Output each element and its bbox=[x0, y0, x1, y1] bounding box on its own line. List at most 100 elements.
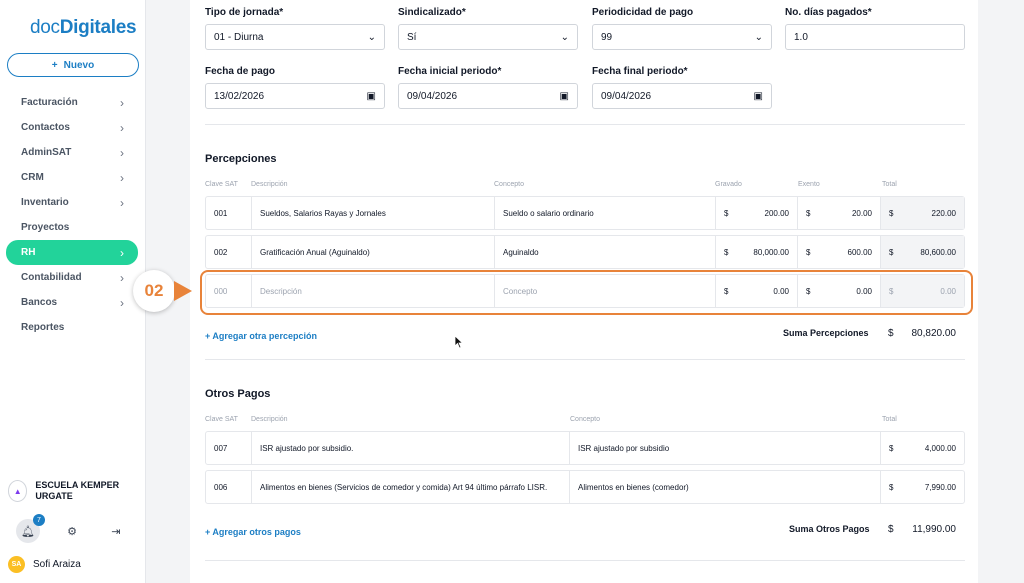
chevron-right-icon: › bbox=[120, 270, 124, 285]
column-header-clave: Clave SAT bbox=[205, 181, 238, 188]
column-header-gravado: Gravado bbox=[715, 181, 742, 188]
organization-logo-icon: ▲ bbox=[8, 480, 28, 502]
logo-suffix: Digitales bbox=[59, 17, 137, 38]
organization-switcher[interactable]: ▲ ESCUELA KEMPER URGATE bbox=[8, 480, 143, 502]
clave-value: 006 bbox=[214, 482, 228, 492]
sidebar-item-inventario[interactable]: Inventario › bbox=[6, 190, 138, 215]
concepto-cell[interactable]: ISR ajustado por subsidio bbox=[570, 432, 881, 464]
app-logo[interactable]: docDigitales bbox=[30, 17, 137, 39]
sidebar-item-crm[interactable]: CRM › bbox=[6, 165, 138, 190]
descripcion-value: ISR ajustado por subsidio. bbox=[260, 443, 354, 453]
fecha-pago-label: Fecha de pago bbox=[205, 66, 276, 77]
chevron-right-icon: › bbox=[120, 195, 124, 210]
fecha-final-label: Fecha final periodo* bbox=[592, 66, 688, 77]
clave-value: 002 bbox=[214, 247, 228, 257]
chevron-down-icon: ⌄ bbox=[367, 31, 376, 43]
clave-cell[interactable]: 006 bbox=[206, 471, 252, 503]
fecha-inicial-value: 09/04/2026 bbox=[407, 90, 458, 102]
currency-symbol: $ bbox=[889, 247, 894, 257]
fecha-inicial-input[interactable]: 09/04/2026 ▣ bbox=[398, 83, 578, 109]
sidebar-item-label: CRM bbox=[21, 172, 44, 183]
currency-symbol: $ bbox=[806, 208, 811, 218]
clave-cell[interactable]: 002 bbox=[206, 236, 252, 268]
sidebar-item-reportes[interactable]: Reportes bbox=[6, 315, 138, 340]
fecha-pago-input[interactable]: 13/02/2026 ▣ bbox=[205, 83, 385, 109]
gravado-cell[interactable]: $200.00 bbox=[716, 197, 798, 229]
column-header-descripcion: Descripción bbox=[251, 416, 288, 423]
periodicidad-value: 99 bbox=[601, 31, 613, 43]
sidebar-item-adminsat[interactable]: AdminSAT › bbox=[6, 140, 138, 165]
exento-cell[interactable]: $20.00 bbox=[798, 197, 881, 229]
sindicalizado-label: Sindicalizado* bbox=[398, 7, 466, 18]
logout-button[interactable]: ⇥ bbox=[104, 519, 128, 543]
sidebar-item-label: Inventario bbox=[21, 197, 69, 208]
total-cell[interactable]: $7,990.00 bbox=[881, 471, 964, 503]
exento-cell[interactable]: $600.00 bbox=[798, 236, 881, 268]
clave-value: 001 bbox=[214, 208, 228, 218]
sidebar-item-contactos[interactable]: Contactos › bbox=[6, 115, 138, 140]
calendar-icon[interactable]: ▣ bbox=[367, 91, 376, 102]
sidebar-actions: 🔔︎ 7 ⚙ ⇥ bbox=[16, 514, 128, 543]
sidebar-item-proyectos[interactable]: Proyectos bbox=[6, 215, 138, 240]
periodicidad-label: Periodicidad de pago bbox=[592, 7, 694, 18]
new-button[interactable]: + Nuevo bbox=[7, 53, 139, 77]
fecha-final-value: 09/04/2026 bbox=[601, 90, 652, 102]
chevron-right-icon: › bbox=[120, 245, 124, 260]
periodicidad-select[interactable]: 99 ⌄ bbox=[592, 24, 772, 50]
descripcion-cell[interactable]: Sueldos, Salarios Rayas y Jornales bbox=[252, 197, 495, 229]
divider bbox=[205, 124, 965, 125]
total-cell: $220.00 bbox=[881, 197, 964, 229]
notifications-button[interactable]: 🔔︎ 7 bbox=[16, 514, 45, 543]
exento-value: 20.00 bbox=[851, 208, 872, 218]
concepto-value: Aguinaldo bbox=[503, 247, 539, 257]
fecha-pago-value: 13/02/2026 bbox=[214, 90, 265, 102]
descripcion-value: Alimentos en bienes (Servicios de comedo… bbox=[260, 482, 548, 492]
sidebar-item-rh[interactable]: RH › bbox=[6, 240, 138, 265]
sidebar-item-label: Proyectos bbox=[21, 222, 70, 233]
sidebar-item-label: Facturación bbox=[21, 97, 78, 108]
chevron-right-icon: › bbox=[120, 170, 124, 185]
add-otros-pagos-link[interactable]: + Agregar otros pagos bbox=[205, 527, 301, 537]
user-profile[interactable]: SA Sofi Araiza bbox=[8, 556, 81, 573]
sidebar-item-bancos[interactable]: Bancos › bbox=[6, 290, 138, 315]
sindicalizado-select[interactable]: Sí ⌄ bbox=[398, 24, 578, 50]
fecha-final-input[interactable]: 09/04/2026 ▣ bbox=[592, 83, 772, 109]
total-value: 7,990.00 bbox=[924, 482, 956, 492]
column-header-clave: Clave SAT bbox=[205, 416, 238, 423]
calendar-icon[interactable]: ▣ bbox=[754, 91, 763, 102]
currency-symbol: $ bbox=[889, 208, 894, 218]
table-row: 001 Sueldos, Salarios Rayas y Jornales S… bbox=[205, 196, 965, 230]
concepto-cell[interactable]: Alimentos en bienes (comedor) bbox=[570, 471, 881, 503]
mouse-cursor-icon bbox=[454, 335, 464, 349]
table-row: 007 ISR ajustado por subsidio. ISR ajust… bbox=[205, 431, 965, 465]
clave-cell[interactable]: 007 bbox=[206, 432, 252, 464]
chevron-right-icon: › bbox=[120, 145, 124, 160]
logo-prefix: doc bbox=[30, 17, 60, 38]
descripcion-cell[interactable]: Alimentos en bienes (Servicios de comedo… bbox=[252, 471, 570, 503]
concepto-cell[interactable]: Aguinaldo bbox=[495, 236, 716, 268]
plus-icon: + bbox=[51, 59, 58, 71]
add-percepcion-link[interactable]: + Agregar otra percepción bbox=[205, 331, 317, 341]
currency-symbol: $ bbox=[889, 482, 894, 492]
table-row: 002 Gratificación Anual (Aguinaldo) Agui… bbox=[205, 235, 965, 269]
exento-value: 600.00 bbox=[847, 247, 872, 257]
total-cell[interactable]: $4,000.00 bbox=[881, 432, 964, 464]
sidebar-item-label: Contabilidad bbox=[21, 272, 82, 283]
gear-icon: ⚙ bbox=[67, 525, 77, 538]
gravado-cell[interactable]: $80,000.00 bbox=[716, 236, 798, 268]
settings-button[interactable]: ⚙ bbox=[60, 519, 84, 543]
concepto-cell[interactable]: Sueldo o salario ordinario bbox=[495, 197, 716, 229]
sidebar-item-contabilidad[interactable]: Contabilidad › bbox=[6, 265, 138, 290]
chevron-right-icon: › bbox=[120, 295, 124, 310]
concepto-value: Alimentos en bienes (comedor) bbox=[578, 482, 689, 492]
descripcion-cell[interactable]: ISR ajustado por subsidio. bbox=[252, 432, 570, 464]
clave-cell[interactable]: 001 bbox=[206, 197, 252, 229]
tipo-jornada-select[interactable]: 01 - Diurna ⌄ bbox=[205, 24, 385, 50]
otros-pagos-title: Otros Pagos bbox=[205, 388, 271, 400]
descripcion-cell[interactable]: Gratificación Anual (Aguinaldo) bbox=[252, 236, 495, 268]
fecha-inicial-label: Fecha inicial periodo* bbox=[398, 66, 502, 77]
total-value: 220.00 bbox=[931, 208, 956, 218]
sidebar-item-facturacion[interactable]: Facturación › bbox=[6, 90, 138, 115]
dias-pagados-input[interactable]: 1.0 bbox=[785, 24, 965, 50]
calendar-icon[interactable]: ▣ bbox=[560, 91, 569, 102]
